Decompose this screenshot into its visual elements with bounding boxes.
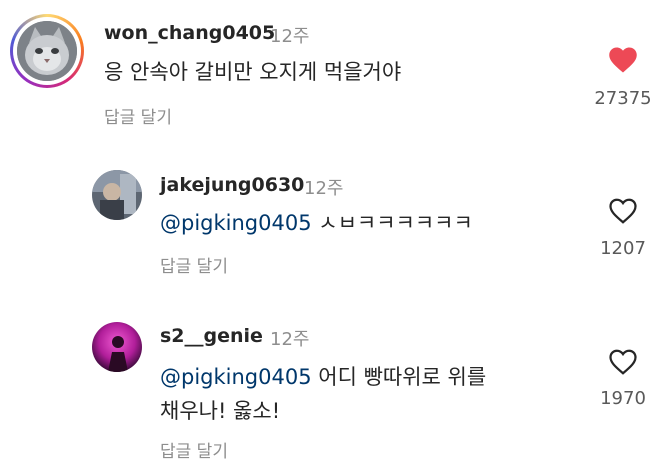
comment-body: ㅅㅂㅋㅋㅋㅋㅋㅋ — [311, 211, 473, 235]
mention-link[interactable]: @pigking0405 — [160, 365, 312, 389]
mention-link[interactable]: @pigking0405 — [160, 211, 312, 235]
comment-text: @pigking0405 어디 빵따위로 위를채우나! 옳소! — [160, 360, 580, 428]
comment-text: 응 안속아 갈비만 오지게 먹을거야 — [104, 60, 402, 84]
reply-button[interactable]: 답글 달기 — [160, 437, 228, 462]
avatar[interactable] — [92, 170, 142, 220]
comment-username[interactable]: jakejung0630 — [160, 174, 304, 196]
reply-button[interactable]: 답글 달기 — [160, 252, 228, 277]
comment-text: @pigking0405 ㅅㅂㅋㅋㅋㅋㅋㅋ — [160, 206, 580, 240]
comment-body-line1: 어디 빵따위로 위를 — [311, 365, 487, 389]
avatar-photo-cat — [17, 21, 77, 81]
like-count: 1970 — [600, 388, 646, 409]
comment-body-line2: 채우나! 옳소! — [160, 399, 281, 423]
heart-outline-icon[interactable] — [608, 348, 638, 380]
comment-username[interactable]: s2__genie — [160, 325, 263, 347]
reply-button[interactable]: 답글 달기 — [104, 103, 172, 128]
comment-time: 12주 — [304, 178, 344, 199]
avatar[interactable] — [10, 14, 84, 88]
like-count: 1207 — [600, 238, 646, 259]
avatar[interactable] — [92, 322, 142, 372]
comment-time: 12주 — [270, 26, 310, 47]
comment-username[interactable]: won_chang0405 — [104, 22, 275, 44]
heart-outline-icon[interactable] — [608, 197, 638, 229]
heart-filled-icon[interactable] — [608, 46, 638, 78]
like-count: 27375 — [594, 88, 652, 109]
comment-time: 12주 — [270, 329, 310, 350]
